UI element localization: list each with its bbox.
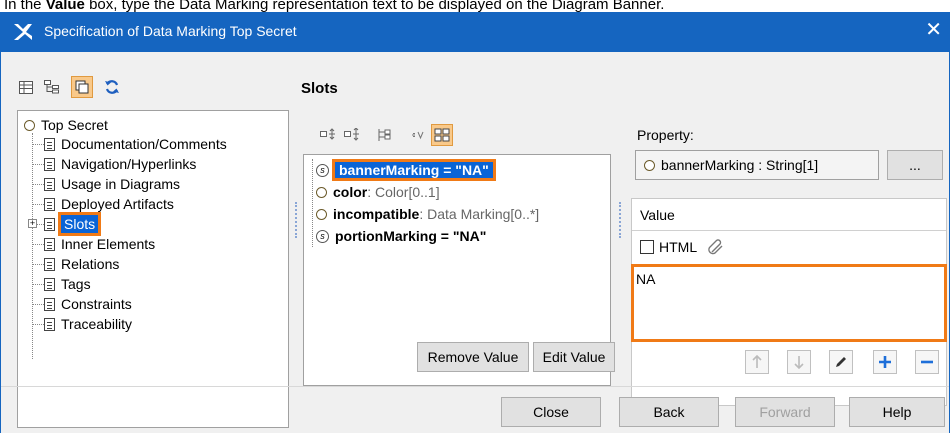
document-icon bbox=[44, 317, 55, 331]
slot-banner-marking[interactable]: s bannerMarking = "NA" bbox=[316, 159, 496, 181]
tree-item-label: Traceability bbox=[61, 316, 133, 332]
add-icon[interactable] bbox=[873, 350, 897, 374]
tree-item-label: Usage in Diagrams bbox=[61, 176, 181, 192]
close-button[interactable]: Close bbox=[501, 397, 601, 427]
app-logo-icon bbox=[14, 24, 32, 40]
remove-value-button[interactable]: Remove Value bbox=[417, 342, 529, 372]
specification-tree: Top Secret Documentation/Comments Naviga… bbox=[17, 110, 289, 428]
slot-type: : Color[0..1] bbox=[367, 184, 440, 200]
tree-item-label: Navigation/Hyperlinks bbox=[61, 156, 197, 172]
collapse-all-icon[interactable] bbox=[341, 124, 363, 146]
html-checkbox[interactable] bbox=[640, 240, 654, 254]
document-icon bbox=[44, 297, 55, 311]
move-down-icon[interactable] bbox=[787, 350, 811, 374]
document-icon bbox=[44, 257, 55, 271]
hierarchy-icon[interactable] bbox=[373, 124, 395, 146]
close-icon[interactable]: ✕ bbox=[925, 20, 942, 40]
tree-item-documentation[interactable]: Documentation/Comments bbox=[44, 134, 227, 154]
document-icon bbox=[44, 277, 55, 291]
splitter-handle[interactable] bbox=[295, 202, 297, 238]
edit-pencil-icon[interactable] bbox=[829, 350, 853, 374]
document-icon bbox=[44, 157, 55, 171]
splitter-handle[interactable] bbox=[619, 202, 621, 238]
slot-name: incompatible bbox=[333, 206, 420, 222]
slot-portion-marking[interactable]: s portionMarking = "NA" bbox=[316, 225, 486, 247]
tree-item-relations[interactable]: Relations bbox=[44, 254, 119, 274]
tree-item-usage[interactable]: Usage in Diagrams bbox=[44, 174, 180, 194]
slot-name-selected: bannerMarking = "NA" bbox=[332, 159, 496, 181]
value-textarea[interactable]: NA bbox=[631, 264, 947, 342]
property-label: Property: bbox=[637, 127, 694, 143]
tree-item-label: Inner Elements bbox=[61, 236, 156, 252]
element-icon bbox=[24, 119, 35, 131]
document-icon bbox=[44, 237, 55, 251]
slot-type: : Data Marking[0..*] bbox=[419, 206, 540, 222]
slot-color[interactable]: color : Color[0..1] bbox=[316, 181, 440, 203]
window-icon[interactable] bbox=[71, 76, 93, 98]
attachment-icon[interactable] bbox=[707, 239, 725, 255]
footer-divider bbox=[1, 386, 949, 387]
property-icon bbox=[316, 208, 327, 220]
table-icon[interactable] bbox=[15, 76, 37, 98]
tree-item-label: Tags bbox=[61, 276, 91, 292]
slot-name: color bbox=[333, 184, 368, 200]
show-values-icon[interactable] bbox=[407, 124, 429, 146]
title-bar: Specification of Data Marking Top Secret… bbox=[0, 12, 950, 52]
tree-item-deployed[interactable]: Deployed Artifacts bbox=[44, 194, 174, 214]
tree-item-traceability[interactable]: Traceability bbox=[44, 314, 132, 334]
forward-button[interactable]: Forward bbox=[735, 397, 835, 427]
property-field: bannerMarking : String[1] bbox=[635, 150, 879, 180]
remove-icon[interactable] bbox=[915, 350, 939, 374]
tree-item-inner-elements[interactable]: Inner Elements bbox=[44, 234, 155, 254]
document-icon bbox=[44, 197, 55, 211]
move-up-icon[interactable] bbox=[745, 350, 769, 374]
tree-item-navigation[interactable]: Navigation/Hyperlinks bbox=[44, 154, 196, 174]
property-icon bbox=[644, 159, 655, 171]
slot-incompatible[interactable]: incompatible : Data Marking[0..*] bbox=[316, 203, 539, 225]
expand-icon[interactable]: + bbox=[28, 219, 37, 228]
edit-value-button[interactable]: Edit Value bbox=[533, 342, 615, 372]
document-icon bbox=[44, 137, 55, 151]
grid-view-icon[interactable] bbox=[431, 124, 453, 146]
tree-item-label: Deployed Artifacts bbox=[61, 196, 174, 212]
expand-all-icon[interactable] bbox=[317, 124, 339, 146]
html-label: HTML bbox=[659, 239, 698, 255]
tree-root-label: Top Secret bbox=[41, 117, 108, 133]
help-button[interactable]: Help bbox=[849, 397, 945, 427]
slot-icon: s bbox=[316, 229, 329, 243]
tree-item-tags[interactable]: Tags bbox=[44, 274, 91, 294]
tree-root[interactable]: Top Secret bbox=[24, 115, 108, 135]
value-header: Value bbox=[632, 199, 946, 231]
specification-dialog: Top Secret Documentation/Comments Naviga… bbox=[0, 52, 950, 433]
property-value: bannerMarking : String[1] bbox=[661, 157, 819, 173]
tree-item-label: Constraints bbox=[61, 296, 132, 312]
tree-item-label-selected: Slots bbox=[57, 212, 102, 236]
tree-item-label: Relations bbox=[61, 256, 120, 272]
refresh-icon[interactable] bbox=[101, 76, 123, 98]
tree-item-constraints[interactable]: Constraints bbox=[44, 294, 132, 314]
slot-name: portionMarking = "NA" bbox=[335, 228, 487, 244]
document-icon bbox=[44, 177, 55, 191]
tree-icon[interactable] bbox=[41, 76, 63, 98]
tree-item-slots[interactable]: Slots bbox=[44, 212, 102, 236]
html-toggle[interactable]: HTML bbox=[640, 239, 725, 255]
section-title: Slots bbox=[301, 80, 338, 97]
window-title: Specification of Data Marking Top Secret bbox=[44, 23, 297, 39]
document-icon bbox=[44, 217, 55, 231]
tree-item-label: Documentation/Comments bbox=[61, 136, 227, 152]
back-button[interactable]: Back bbox=[619, 397, 719, 427]
value-text: NA bbox=[636, 271, 656, 287]
property-icon bbox=[316, 186, 327, 198]
browse-button[interactable]: ... bbox=[887, 150, 943, 180]
slot-icon: s bbox=[316, 163, 329, 177]
